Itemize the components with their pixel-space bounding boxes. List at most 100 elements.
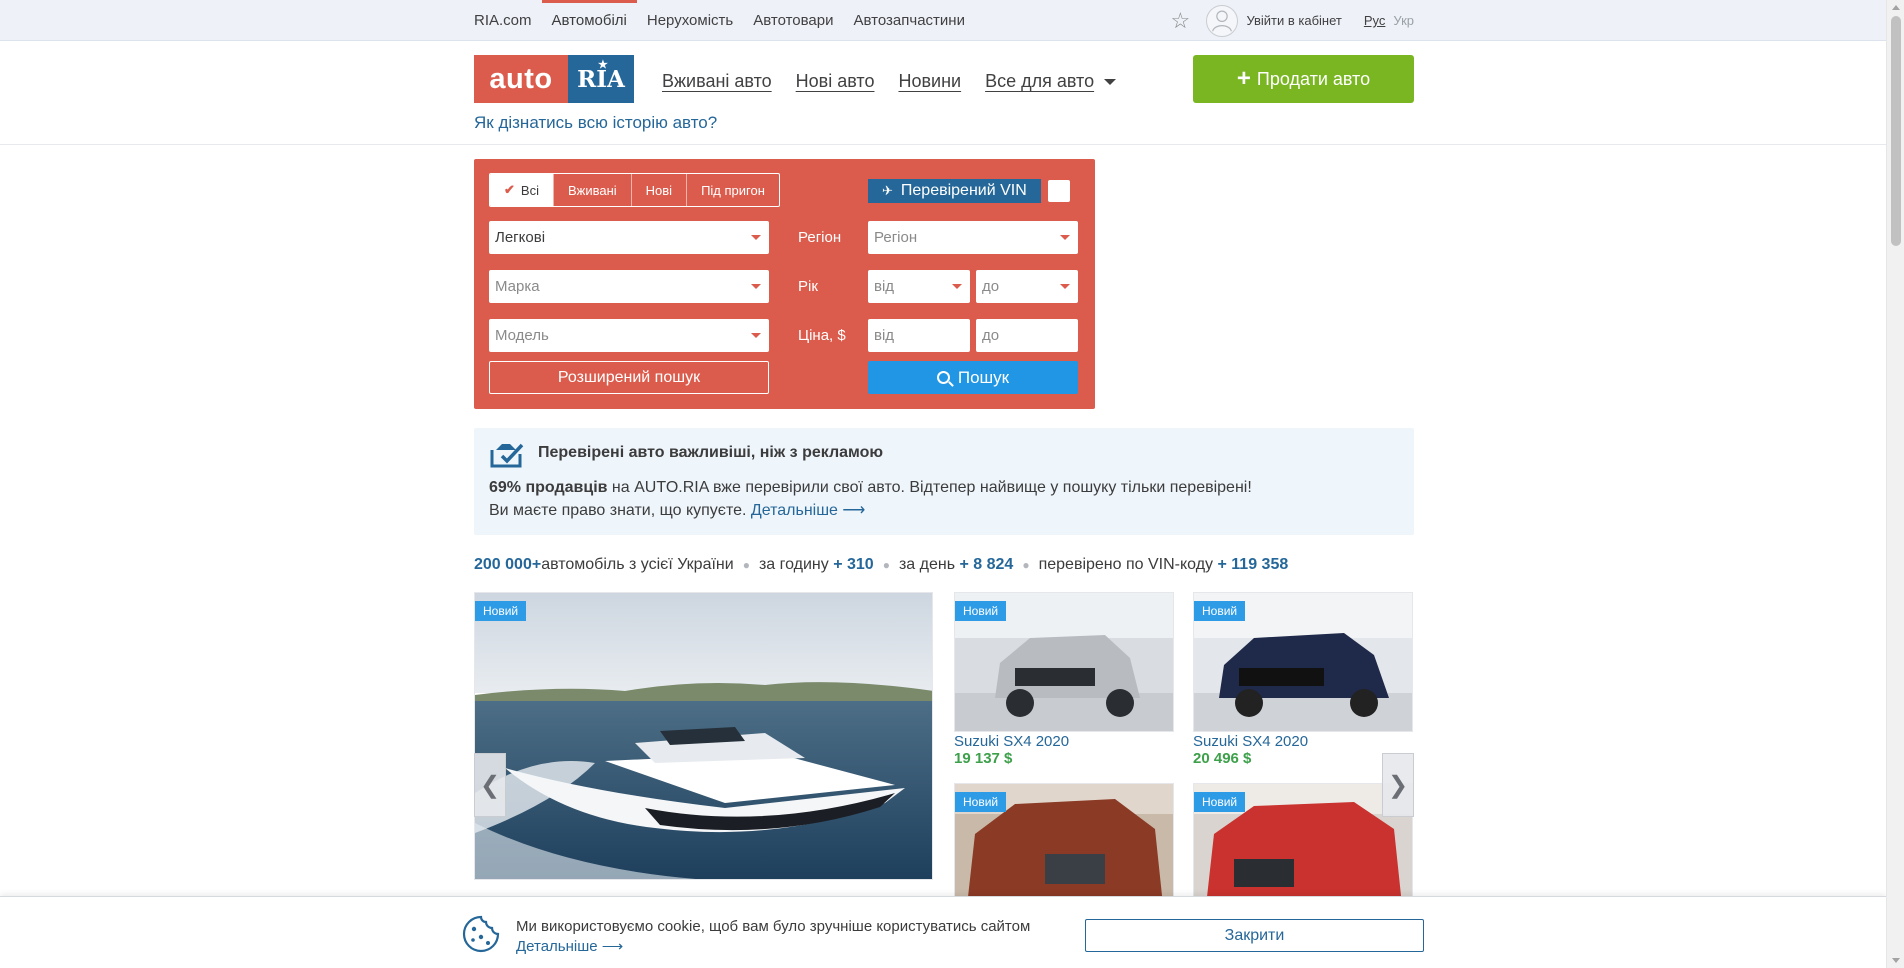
vehicle-type-select[interactable]: Легкові: [489, 221, 769, 254]
portal-nav-ria[interactable]: RIA.com: [474, 0, 542, 41]
carousel-prev-button[interactable]: ❮: [474, 753, 506, 817]
portal-nav-realty[interactable]: Нерухомість: [637, 0, 743, 41]
chevron-down-icon: [751, 235, 761, 240]
price-to-input[interactable]: до: [976, 319, 1078, 352]
tab-all[interactable]: ✔ Всі: [490, 174, 553, 206]
banner-line-2-text: Ви маєте право знати, що купуєте.: [489, 502, 751, 519]
chevron-down-icon: [751, 284, 761, 289]
stats-vin-value: + 119 358: [1217, 556, 1289, 573]
vin-filter: ✈ Перевірений VIN: [868, 179, 1070, 203]
brand-select[interactable]: Марка: [489, 270, 769, 303]
portal-nav-parts[interactable]: Автозапчастини: [844, 0, 975, 41]
caret-down-icon: [1104, 78, 1117, 85]
cookie-banner: Ми використовуємо cookie, щоб вам було з…: [0, 896, 1886, 968]
sell-car-button[interactable]: + Продати авто: [1193, 55, 1414, 103]
nav-used-cars[interactable]: Вживані авто: [662, 71, 772, 92]
region-placeholder: Регіон: [874, 229, 918, 246]
listing-price: 19 137 $: [954, 750, 1013, 767]
nav-new-cars[interactable]: Нові авто: [796, 71, 875, 92]
price-from-input[interactable]: від: [868, 319, 970, 352]
vehicle-type-value: Легкові: [495, 229, 546, 246]
model-select[interactable]: Модель: [489, 319, 769, 352]
user-icon: [1212, 9, 1233, 32]
chevron-down-icon: [952, 284, 962, 289]
car-history-link[interactable]: Як дізнатись всю історію авто?: [474, 113, 717, 133]
top-bar: RIA.com Автомобілі Нерухомість Автотовар…: [0, 0, 1904, 41]
stats-vin-label: перевірено по VIN-коду: [1038, 556, 1214, 573]
stats-hour-label: за годину: [758, 556, 829, 573]
scrollbar-thumb[interactable]: [1891, 16, 1901, 246]
year-to-placeholder: до: [982, 278, 1000, 295]
nav-news[interactable]: Новини: [898, 71, 961, 92]
price-from-placeholder: від: [874, 327, 895, 344]
tab-used[interactable]: Вживані: [552, 174, 631, 206]
chevron-down-icon: [1060, 284, 1070, 289]
banner-line-1: 69% продавців на AUTO.RIA вже перевірили…: [489, 479, 1252, 497]
search-icon: [936, 371, 950, 384]
listing-photo[interactable]: Новий: [954, 592, 1174, 732]
login-link[interactable]: Увійти в кабінет: [1246, 13, 1341, 28]
banner-line-1-text: на AUTO.RIA вже перевірили свої авто. Ві…: [607, 479, 1252, 496]
carousel-next-button[interactable]: ❯: [1382, 753, 1414, 817]
vin-verified-label: Перевірений VIN: [900, 182, 1027, 199]
featured-listing-photo[interactable]: Новий: [474, 592, 933, 880]
favorites-star-icon[interactable]: ☆: [1170, 9, 1192, 32]
cookie-more-link[interactable]: Детальніше ⟶: [516, 937, 623, 955]
separator-dot: ●: [882, 558, 890, 572]
verified-car-icon: ✈: [882, 183, 893, 198]
cookie-message: Ми використовуємо cookie, щоб вам було з…: [516, 918, 1031, 935]
autoria-logo[interactable]: auto ★ RIA: [474, 55, 634, 103]
new-badge: Новий: [955, 792, 1007, 812]
verified-cars-banner: Перевірені авто важливіші, ніж з рекламо…: [474, 428, 1414, 535]
stats-hour-value: + 310: [833, 556, 874, 573]
nav-all-for-auto[interactable]: Все для авто: [985, 71, 1117, 92]
brand-placeholder: Марка: [495, 278, 540, 295]
extended-search-button[interactable]: Розширений пошук: [489, 361, 769, 394]
lang-uk[interactable]: Укр: [1393, 13, 1414, 28]
portal-nav-cars[interactable]: Автомобілі: [541, 0, 638, 41]
logo-auto: auto: [474, 55, 568, 103]
year-from-placeholder: від: [874, 278, 895, 295]
cookie-close-button[interactable]: Закрити: [1085, 919, 1424, 952]
separator-dot: ●: [742, 558, 750, 572]
page-scrollbar[interactable]: [1886, 0, 1904, 968]
portal-nav-autogoods[interactable]: Автотовари: [743, 0, 843, 41]
search-button-label: Пошук: [957, 367, 1010, 387]
year-to-select[interactable]: до: [976, 270, 1078, 303]
search-form: ✔ Всі Вживані Нові Під пригон ✈ Перевіре…: [474, 159, 1095, 409]
price-label: Ціна, $: [798, 327, 846, 344]
listing-title[interactable]: Suzuki SX4 2020: [954, 733, 1069, 750]
new-badge: Новий: [1194, 601, 1246, 621]
avatar[interactable]: [1206, 4, 1239, 37]
condition-tabs: ✔ Всі Вживані Нові Під пригон: [489, 173, 780, 207]
tab-new[interactable]: Нові: [630, 174, 686, 206]
price-to-placeholder: до: [982, 327, 1000, 344]
separator-dot: ●: [1022, 558, 1030, 572]
sell-car-label: Продати авто: [1256, 68, 1371, 89]
vin-verified-badge[interactable]: ✈ Перевірений VIN: [868, 179, 1041, 203]
stats-line: 200 000+ автомобіль з усієї України ● за…: [474, 556, 1288, 574]
banner-more-link[interactable]: Детальніше ⟶: [751, 502, 865, 519]
scroll-up-icon[interactable]: [1892, 5, 1900, 10]
new-badge: Новий: [475, 601, 527, 621]
year-label: Рік: [798, 278, 818, 295]
listing-photo[interactable]: Новий: [1193, 592, 1413, 732]
vin-verified-checkbox[interactable]: [1047, 180, 1070, 202]
cookie-icon: [462, 915, 500, 953]
chevron-down-icon: [751, 333, 761, 338]
banner-sellers-percent: 69% продавців: [489, 479, 608, 496]
plus-icon: +: [1236, 65, 1251, 92]
stats-day-label: за день: [898, 556, 956, 573]
search-button[interactable]: Пошук: [868, 361, 1078, 394]
tab-import[interactable]: Під пригон: [686, 174, 779, 206]
logo-ria-block: ★ RIA: [568, 55, 634, 103]
check-icon: ✔: [504, 182, 515, 197]
year-from-select[interactable]: від: [868, 270, 970, 303]
listing-title[interactable]: Suzuki SX4 2020: [1193, 733, 1308, 750]
new-badge: Новий: [1194, 792, 1246, 812]
scroll-down-icon[interactable]: [1892, 958, 1900, 963]
lang-ru[interactable]: Рус: [1364, 13, 1386, 28]
region-select[interactable]: Регіон: [868, 221, 1078, 254]
banner-title: Перевірені авто важливіші, ніж з рекламо…: [538, 444, 884, 461]
main-nav: Вживані авто Нові авто Новини Все для ав…: [662, 71, 1140, 92]
